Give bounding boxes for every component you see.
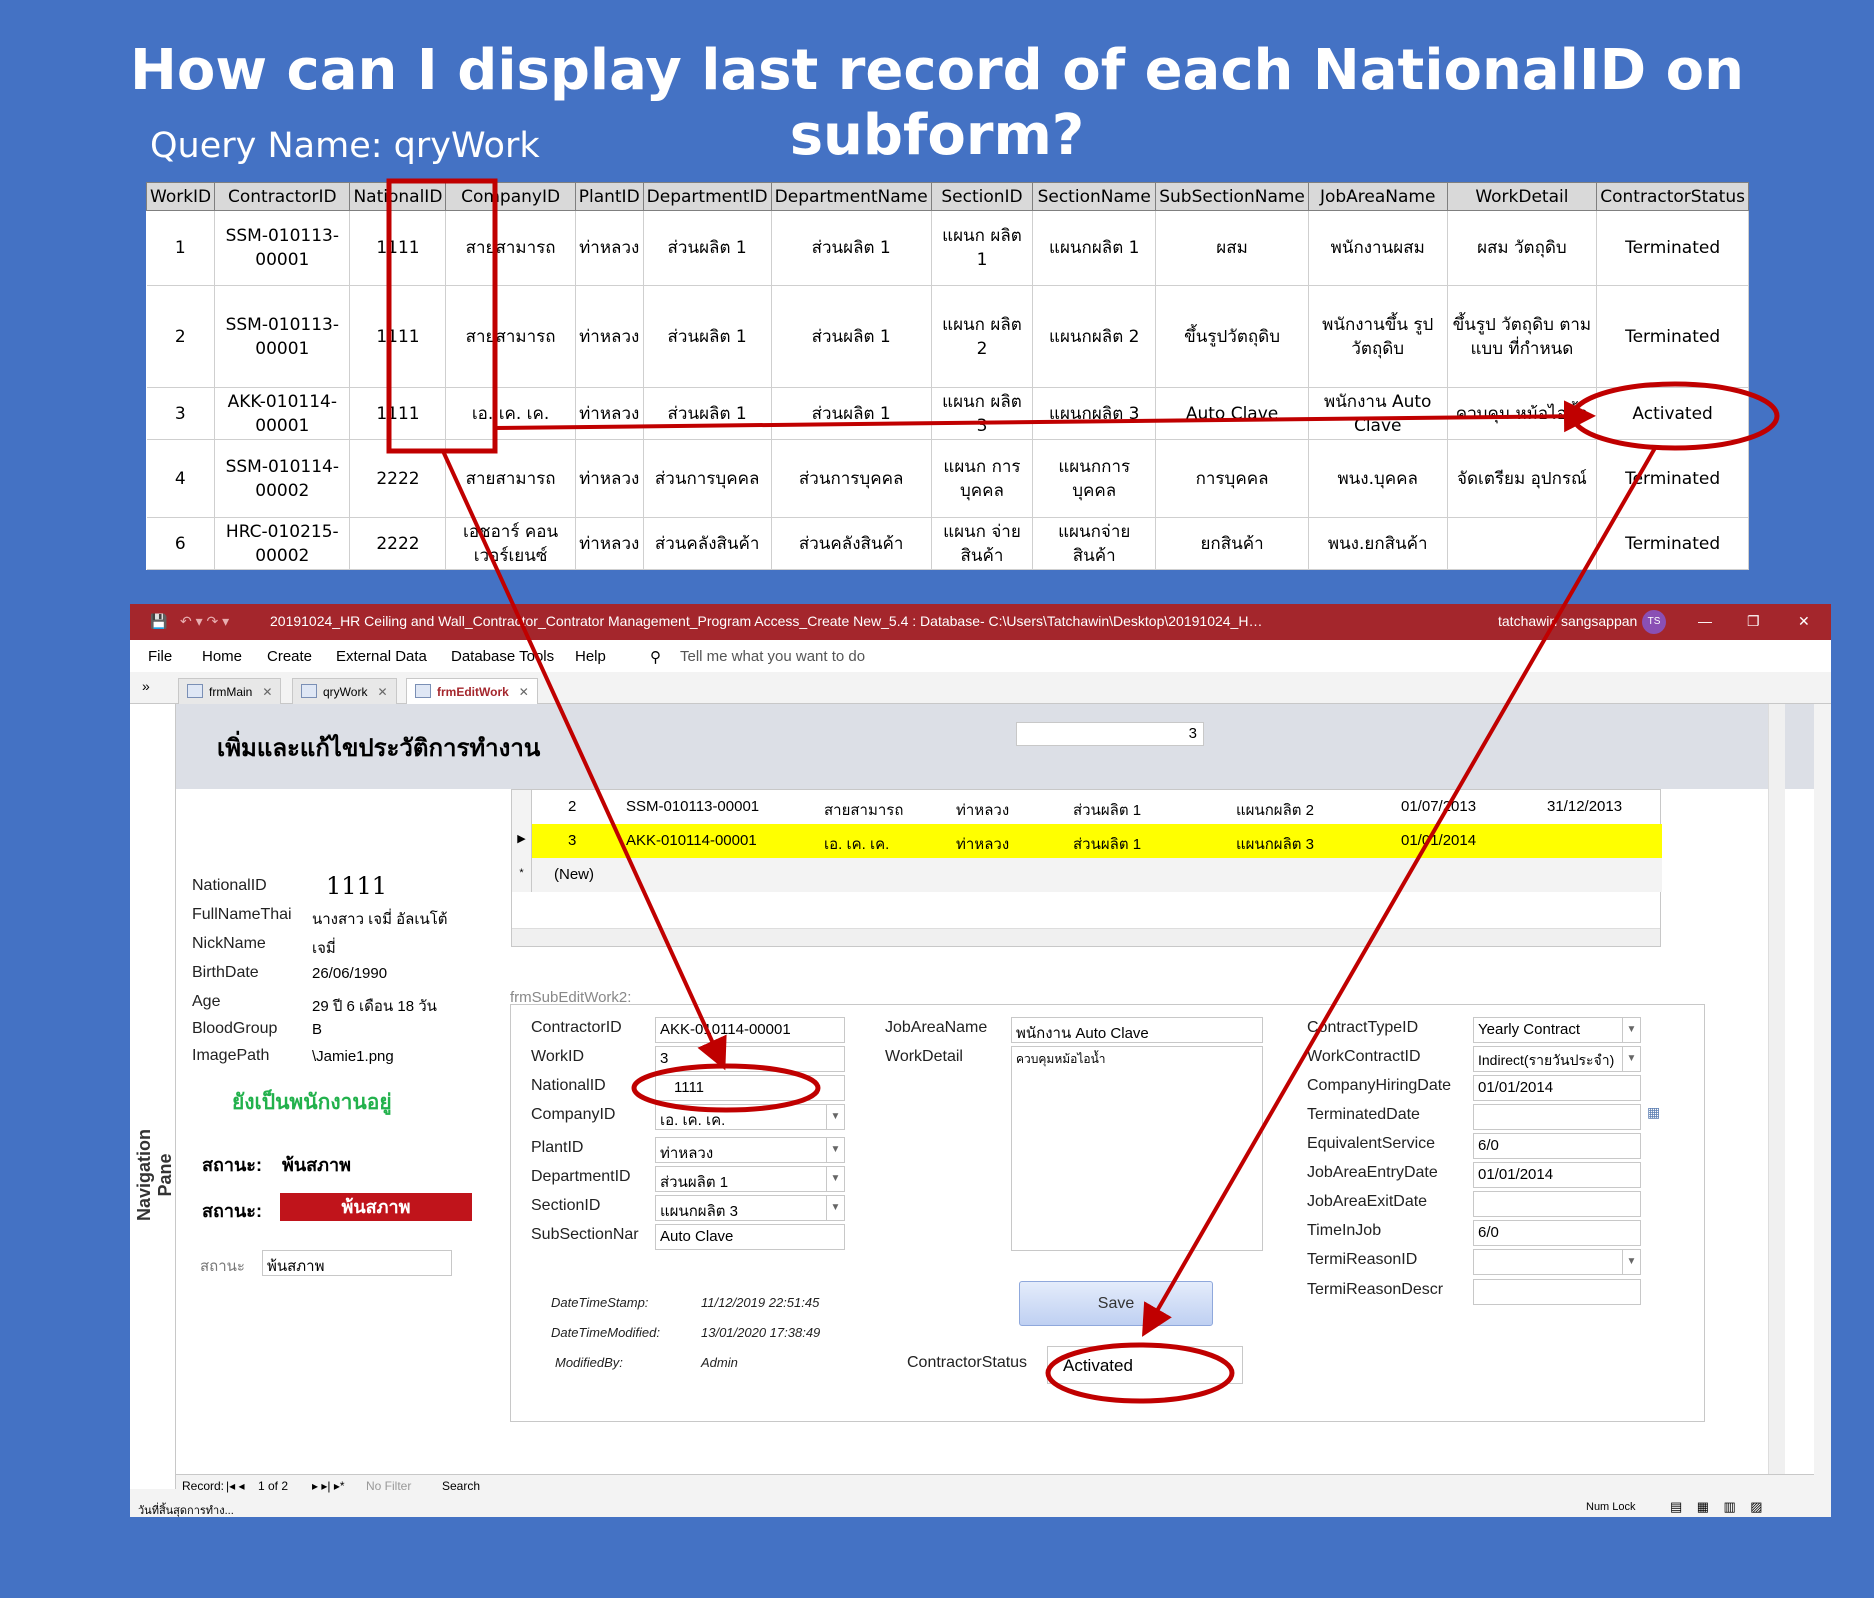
status-highlight-ellipse — [1570, 381, 1780, 451]
arrow-to-subform-nationalid — [441, 450, 727, 1071]
arrow-to-subform-status — [1142, 447, 1657, 1337]
subform-nationalid-ellipse — [631, 1063, 821, 1113]
annotation-overlay — [386, 178, 1780, 1404]
arrow-row-to-status — [494, 400, 1596, 433]
subform-status-ellipse — [1045, 1342, 1235, 1404]
nationalid-highlight-box — [386, 178, 498, 454]
